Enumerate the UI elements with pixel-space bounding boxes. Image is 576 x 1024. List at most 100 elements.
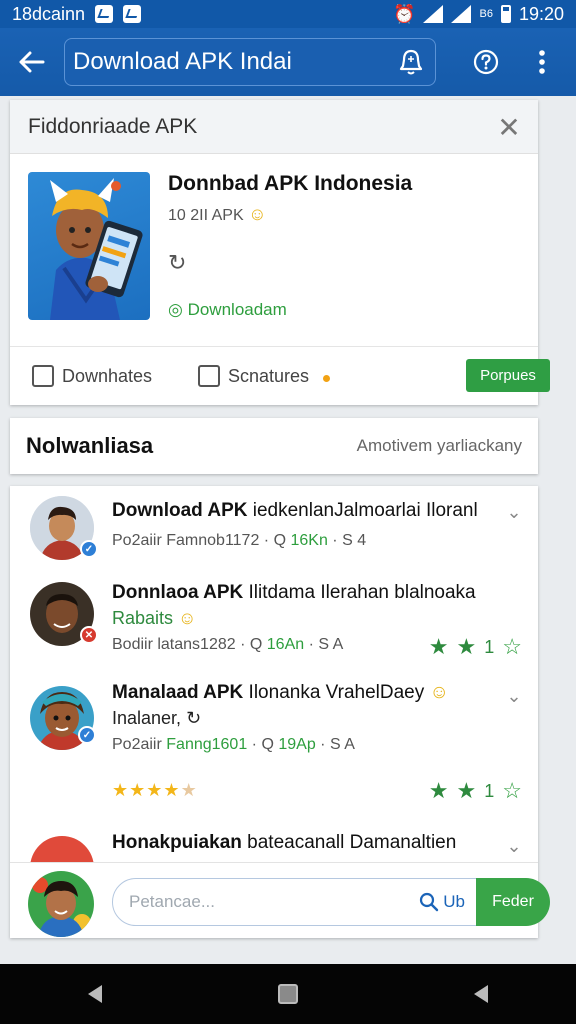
notification-dot	[323, 374, 331, 382]
download-link[interactable]: ◎ Downloadam	[168, 300, 287, 320]
section-header: Nolwanliasa Amotivem yarliackany	[10, 418, 538, 474]
star-icon: ★	[163, 780, 181, 800]
primary-action-button[interactable]: Porpues	[466, 359, 550, 392]
review-subtitle: Inalaner, ↻	[112, 708, 201, 729]
clock: 19:20	[518, 3, 564, 24]
review-title-rest: bateaсanall Damanaltien	[241, 832, 457, 853]
tab-signatures[interactable]: Scnatures	[198, 358, 331, 394]
review-meta-e: 4	[357, 532, 367, 549]
list-item[interactable]: ✕ Donnlaoa APK Ilitdama Ilerahan blalnoa…	[10, 578, 538, 678]
battery-icon	[500, 5, 511, 23]
status-bar: 18dcainn ⏰ B6 19:20	[0, 0, 576, 28]
list-item[interactable]: ✓ Manalaad APK Ilonanka VrahelDaey ☺ Ina…	[10, 678, 538, 828]
review-meta-e: A	[332, 636, 344, 653]
app-meta-text: 10 2II APK	[168, 207, 244, 224]
checkbox-icon	[32, 365, 54, 387]
review-meta-a: Po2aiir Famnob1172	[112, 532, 260, 549]
search-text[interactable]: Download APK Indai	[73, 48, 387, 76]
search-bar[interactable]: Download APK Indai	[64, 38, 436, 86]
review-meta-d: S	[342, 532, 353, 549]
comment-icon: Q	[273, 532, 287, 549]
status-left-text: 18dcainn	[12, 3, 86, 24]
nav-home-icon[interactable]	[278, 984, 298, 1004]
review-meta: Bodiir latans1282 · Q 16An · S A	[112, 636, 344, 653]
close-icon[interactable]: ✕	[494, 112, 524, 143]
review-meta-count: 16An	[266, 636, 305, 653]
alarm-icon: ⏰	[393, 3, 416, 24]
badge-icon: ✕	[80, 626, 98, 644]
review-title-rest: Ilitdama Ilerahan blalnoaka	[243, 582, 476, 603]
app-card-header: Fiddonriaade APK ✕	[10, 100, 538, 154]
nav-recents-icon[interactable]	[474, 985, 488, 1003]
star-outline-icon: ☆	[502, 778, 522, 803]
search-icon	[420, 892, 439, 912]
comment-icon: Q	[249, 636, 263, 653]
verified-badge-icon: ✓	[80, 540, 98, 558]
star-icon: ★	[456, 634, 477, 659]
back-arrow-icon[interactable]	[0, 28, 64, 96]
app-icon-image	[28, 172, 150, 320]
star-icon: ★	[146, 780, 164, 800]
star-outline-icon: ☆	[502, 634, 522, 659]
download-link-label: Downloadam	[187, 300, 287, 319]
section-action-link[interactable]: Amotivem yarliackany	[357, 436, 522, 456]
review-title: Manalaad APK Ilonanka VrahelDaey ☺	[112, 682, 449, 704]
star-outline-icon: ★	[180, 780, 198, 800]
smiley-icon: ☺	[429, 682, 449, 703]
divider	[10, 346, 538, 347]
star-rating: ★ ★ 1 ☆	[429, 634, 522, 660]
section-title: Nolwanliasa	[26, 433, 154, 458]
review-title: Honakpuiakan bateaсanall Damanaltien	[112, 832, 456, 854]
star-rating: ★ ★ 1 ☆	[429, 778, 522, 804]
tab-downloads-label: Downhates	[62, 365, 153, 386]
smiley-icon: ☺	[178, 608, 197, 628]
review-title-bold: Donnlaoa APK	[112, 582, 244, 603]
tab-downloads[interactable]: Downhates	[32, 358, 152, 394]
chevron-down-icon[interactable]: ⌄	[504, 686, 524, 706]
star-icon: ★	[129, 780, 147, 800]
verified-badge-icon: ✓	[78, 726, 96, 744]
review-title-bold: Honakpuiakan	[112, 832, 242, 853]
refresh-icon: ↻	[186, 708, 202, 728]
star-icon: ★	[428, 778, 449, 803]
refresh-icon[interactable]: ↻	[168, 250, 186, 276]
list-item[interactable]: ✓ Download APK iedkenlanJalmoarlai Ilora…	[10, 486, 538, 578]
review-meta: Po2aiir Fanng1601 · Q 19Ap · S A	[112, 736, 355, 753]
star-count: 1	[484, 636, 495, 657]
smiley-icon: ☺	[248, 204, 267, 224]
app-bar: Download APK Indai	[0, 28, 576, 96]
star-icon: ★	[456, 778, 477, 803]
more-vert-icon[interactable]	[514, 28, 570, 96]
system-nav-bar	[0, 964, 576, 1024]
user-avatar[interactable]	[28, 871, 94, 937]
yellow-star-rating: ★★★★★	[112, 780, 198, 801]
review-title: Donnlaoa APK Ilitdama Ilerahan blalnoaka	[112, 582, 476, 604]
review-title-bold: Manalaad APK	[112, 682, 244, 703]
bell-icon[interactable]	[387, 40, 435, 84]
chevron-down-icon[interactable]: ⌄	[504, 502, 524, 522]
search-button[interactable]: Ub	[419, 892, 465, 912]
comment-input[interactable]: Petancae... Ub	[112, 878, 480, 926]
signal-icon	[451, 5, 472, 23]
review-meta: Po2aiir Famnob1172 · Q 16Kn · S 4	[112, 532, 367, 549]
whatsapp-icon: ◎	[168, 300, 183, 319]
wifi-icon	[423, 5, 444, 23]
app-name: Donnbad APK Indonesia	[168, 172, 413, 195]
checkbox-icon	[198, 365, 220, 387]
review-subtitle-text: Inalaner,	[112, 708, 182, 728]
review-title: Download APK iedkenlanJalmoarlai Iloranl	[112, 500, 478, 522]
review-meta-green: Fanng1601	[166, 736, 248, 753]
review-meta-a: Po2aiir	[112, 736, 162, 753]
review-title-rest: iedkenlanJalmoarlai Iloranl	[247, 500, 478, 521]
network-label: B6	[479, 8, 493, 20]
comment-input-placeholder[interactable]: Petancae...	[129, 892, 419, 912]
review-meta-a: Bodiir latans1282	[112, 636, 236, 653]
review-meta-e: A	[344, 736, 355, 753]
review-meta-count: 19Ap	[278, 736, 316, 753]
review-title-rest: Ilonanka VrahelDaey	[243, 682, 425, 703]
help-icon[interactable]	[458, 28, 514, 96]
send-button[interactable]: Feder	[476, 878, 550, 926]
comment-icon: Q	[261, 736, 274, 753]
nav-back-icon[interactable]	[88, 985, 102, 1003]
chevron-down-icon[interactable]: ⌄	[504, 836, 524, 856]
